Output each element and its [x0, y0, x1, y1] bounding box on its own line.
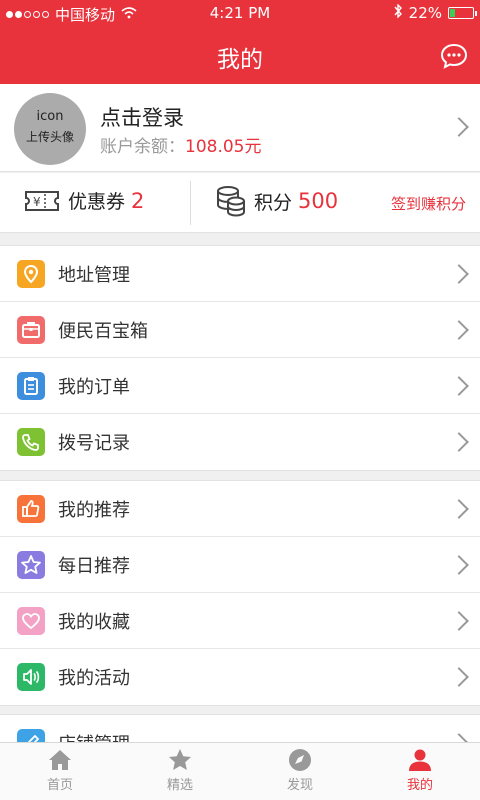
- menu-item-my-recommend[interactable]: 我的推荐: [0, 481, 480, 537]
- thumbs-up-icon: [17, 495, 45, 523]
- app-header: 中国移动 4:21 PM 22% 我的: [0, 0, 480, 84]
- avatar-upload-text: 上传头像: [25, 130, 74, 144]
- chevron-right-icon: [449, 376, 469, 396]
- menu-item-label: 地址管理: [58, 265, 130, 286]
- menu-item-label: 我的收藏: [58, 612, 130, 633]
- chevron-right-icon: [449, 320, 469, 340]
- toolbox-icon: [17, 316, 45, 344]
- account-balance: 账户余额：108.05元: [100, 132, 261, 157]
- menu-item-orders[interactable]: 我的订单: [0, 358, 480, 414]
- menu-group-1: 地址管理 便民百宝箱 我的订单 拨号记录: [0, 245, 480, 471]
- chevron-right-icon: [449, 499, 469, 519]
- menu-item-label: 每日推荐: [58, 556, 130, 577]
- menu-item-toolbox[interactable]: 便民百宝箱: [0, 302, 480, 358]
- star-icon: [17, 551, 45, 579]
- menu-item-label: 便民百宝箱: [58, 321, 148, 342]
- bluetooth-icon: [393, 3, 403, 22]
- location-pin-icon: [17, 260, 45, 288]
- ticket-icon: ¥: [25, 190, 59, 211]
- menu-item-label: 拨号记录: [58, 433, 130, 454]
- points-label: 积分: [254, 191, 293, 214]
- chat-bubble-icon: [440, 43, 468, 69]
- heart-icon: [17, 607, 45, 635]
- coins-icon: [217, 186, 245, 217]
- login-link[interactable]: 点击登录: [100, 102, 184, 132]
- svg-text:¥: ¥: [33, 195, 41, 209]
- menu-item-activities[interactable]: 我的活动: [0, 649, 480, 705]
- clipboard-icon: [17, 372, 45, 400]
- chevron-right-icon: [449, 432, 469, 452]
- tab-featured[interactable]: 精选: [120, 743, 240, 800]
- chevron-right-icon: [449, 117, 469, 137]
- compass-icon: [289, 749, 311, 771]
- stat-divider: [190, 181, 191, 225]
- tab-label: 精选: [166, 778, 193, 793]
- tab-label: 首页: [46, 778, 73, 793]
- chevron-right-icon: [449, 264, 469, 284]
- menu-item-favorites[interactable]: 我的收藏: [0, 593, 480, 649]
- avatar[interactable]: icon 上传头像: [14, 93, 86, 165]
- phone-icon: [17, 428, 45, 456]
- profile-card[interactable]: icon 上传头像 点击登录 账户余额：108.05元: [0, 84, 480, 172]
- tab-home[interactable]: 首页: [0, 743, 120, 800]
- tab-label: 我的: [406, 778, 433, 793]
- home-icon: [49, 750, 71, 770]
- status-bar: 中国移动 4:21 PM 22%: [0, 0, 480, 26]
- menu-item-label: 我的活动: [58, 668, 130, 689]
- coupon-count: 2: [131, 188, 145, 213]
- tab-label: 发现: [286, 778, 313, 793]
- page-title: 我的: [217, 47, 263, 73]
- chevron-right-icon: [449, 667, 469, 687]
- tab-discover[interactable]: 发现: [240, 743, 360, 800]
- menu-item-daily-recommend[interactable]: 每日推荐: [0, 537, 480, 593]
- points-value: 500: [298, 189, 339, 213]
- coupon-stat[interactable]: ¥ 优惠券 2: [24, 187, 144, 214]
- menu-group-2: 我的推荐 每日推荐 我的收藏 我的活动: [0, 480, 480, 706]
- menu-item-label: 我的订单: [58, 377, 130, 398]
- balance-value: 108.05元: [185, 137, 262, 157]
- tab-bar: 首页 精选 发现 我的: [0, 742, 480, 800]
- battery-percent: 22%: [408, 4, 442, 22]
- person-icon: [409, 749, 431, 771]
- points-stat[interactable]: 积分 500: [216, 185, 338, 217]
- stats-bar: ¥ 优惠券 2 积分 500 签到赚积分: [0, 173, 480, 233]
- star-icon: [169, 749, 191, 770]
- menu-item-address[interactable]: 地址管理: [0, 246, 480, 302]
- battery-icon: [448, 7, 477, 19]
- sign-in-link[interactable]: 签到赚积分: [391, 193, 466, 214]
- chevron-right-icon: [449, 555, 469, 575]
- chevron-right-icon: [449, 611, 469, 631]
- speaker-icon: [17, 663, 45, 691]
- tab-me[interactable]: 我的: [360, 743, 480, 800]
- avatar-icon-text: icon: [36, 109, 64, 124]
- balance-label: 账户余额：: [100, 137, 185, 157]
- message-button[interactable]: [440, 42, 468, 70]
- menu-item-call-log[interactable]: 拨号记录: [0, 414, 480, 470]
- menu-item-label: 我的推荐: [58, 500, 130, 521]
- coupon-label: 优惠券: [68, 191, 126, 213]
